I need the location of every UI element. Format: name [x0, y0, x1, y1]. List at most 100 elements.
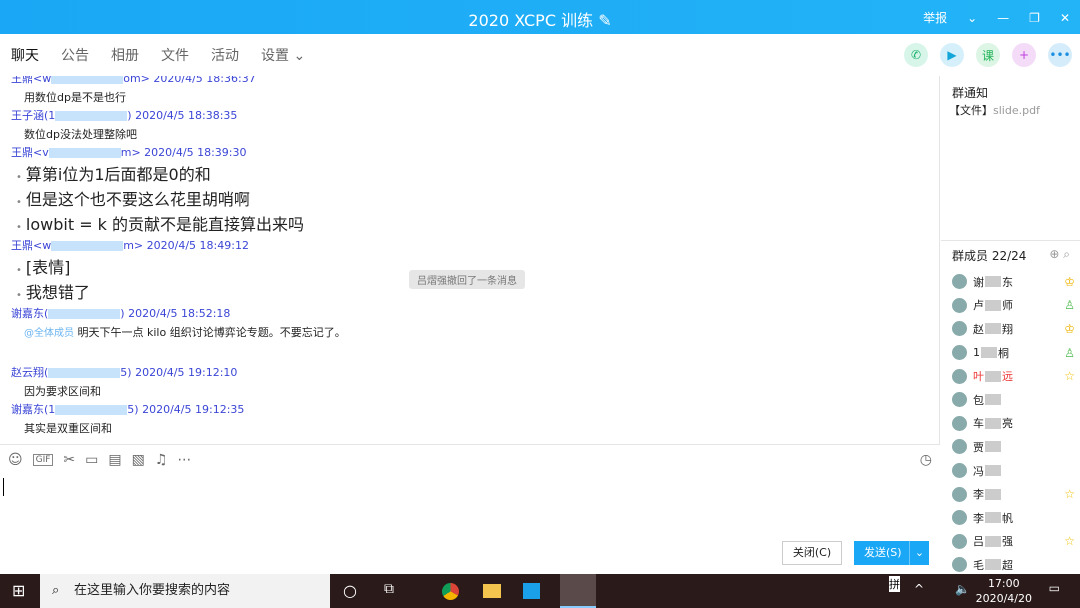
send-options-icon[interactable]: ⌄ [909, 541, 929, 565]
doc-icon[interactable]: ▤ [108, 452, 121, 468]
member-name-end: 亮 [1002, 417, 1013, 431]
sender-end: ) [120, 307, 125, 320]
sender[interactable]: 王子涵(1 [11, 109, 55, 122]
scissors-icon[interactable]: ✂ [63, 452, 75, 468]
member-list: 谢东 ♔ 卢师 ♙ 赵翔 ♔ 1 桐 ♙ 叶远 ☆ 包车亮贾冯李 ☆ 李帆吕强 ☆ 毛超 [952, 270, 1077, 577]
member-item[interactable]: 卢 师 ♙ [952, 294, 1077, 318]
redacted [985, 441, 1001, 453]
clock[interactable]: 17:00 2020/4/20 [976, 576, 1032, 606]
explorer-icon[interactable] [483, 584, 501, 598]
more-icon[interactable]: ⋯ [177, 452, 191, 468]
member-item[interactable]: 李 ☆ [952, 482, 1077, 506]
taskbar-search[interactable]: ⌕ 在这里输入你要搜索的内容 [40, 574, 330, 608]
folder-icon[interactable]: ▭ [85, 452, 98, 468]
restore-button[interactable]: ❐ [1029, 11, 1040, 25]
lesson-icon[interactable]: 课 [976, 43, 1000, 67]
message-header: 王鼎<w m> 2020/4/5 18:49:12 [0, 237, 939, 255]
more-icon[interactable]: ••• [1048, 43, 1072, 67]
group-notice-file[interactable]: 【文件】slide.pdf [949, 102, 1040, 118]
message-text: 因为要求区间和 [24, 385, 101, 398]
phone-icon[interactable]: ✆ [904, 43, 928, 67]
mention[interactable]: @全体成员 [24, 328, 74, 339]
send-button[interactable]: 发送(S) ⌄ [854, 541, 929, 565]
avatar [952, 510, 967, 526]
ime-indicator[interactable]: 拼 [889, 576, 900, 592]
member-name-start: 叶 [973, 370, 984, 384]
add-icon[interactable]: + [1012, 43, 1036, 67]
message-text: 我想错了 [25, 283, 90, 302]
report-button[interactable]: 举报 [923, 9, 947, 26]
member-name-start: 包 [973, 393, 984, 407]
tab-album[interactable]: 相册 [111, 45, 139, 65]
chrome-icon[interactable] [442, 583, 459, 600]
member-item[interactable]: 1 桐 ♙ [952, 341, 1077, 365]
qq-icon[interactable] [560, 574, 596, 608]
media-icon[interactable] [523, 583, 540, 599]
search-icon[interactable]: ⊕ ⌕ [1049, 247, 1070, 262]
bell-icon[interactable]: ♫ [155, 452, 168, 468]
tray-chevron-icon[interactable]: ^ [914, 582, 924, 596]
history-icon[interactable]: ◷ [920, 452, 932, 468]
emoji-icon[interactable]: ☺ [8, 452, 23, 468]
taskview-icon[interactable]: ⧉ [384, 581, 394, 597]
member-name-end: 桐 [998, 346, 1009, 360]
member-item[interactable]: 吕 强 ☆ [952, 530, 1077, 554]
image-icon[interactable]: ▧ [132, 452, 145, 468]
redacted [985, 394, 1001, 406]
member-name-end: 帆 [1002, 511, 1013, 525]
sender[interactable]: 王鼎<w [11, 76, 51, 85]
tab-activity[interactable]: 活动 [211, 45, 239, 65]
redacted [985, 323, 1001, 335]
message-line: • 但是这个也不要这么花里胡哨啊 [0, 187, 939, 212]
member-item[interactable]: 冯 [952, 459, 1077, 483]
sender[interactable]: 王鼎<v [11, 146, 49, 159]
member-item[interactable]: 李帆 [952, 506, 1077, 530]
member-item[interactable]: 叶 远 ☆ [952, 364, 1077, 388]
message-header: 王鼎<w om> 2020/4/5 18:36:37 [0, 76, 939, 88]
message-text: 其实是双重区间和 [24, 422, 112, 435]
video-icon[interactable]: ▶ [940, 43, 964, 67]
cortana-icon[interactable]: ○ [343, 581, 357, 600]
avatar [952, 557, 967, 573]
sender[interactable]: 王鼎<w [11, 239, 51, 252]
sender[interactable]: 赵云翔( [11, 366, 48, 379]
member-item[interactable]: 赵 翔 ♔ [952, 317, 1077, 341]
volume-icon[interactable]: 🔈 [955, 582, 970, 596]
notification-icon[interactable]: ▭ [1049, 581, 1060, 595]
redacted [55, 405, 128, 415]
message-line: • 算第i位为1后面都是0的和 [0, 162, 939, 187]
bullet: • [16, 222, 22, 233]
member-name-start: 冯 [973, 464, 984, 478]
timestamp: 2020/4/5 18:39:30 [144, 146, 247, 159]
redacted [985, 488, 1001, 500]
timestamp: 2020/4/5 18:49:12 [146, 239, 249, 252]
message-header: 王鼎<v m> 2020/4/5 18:39:30 [0, 144, 939, 162]
tab-chat[interactable]: 聊天 [11, 45, 39, 65]
start-button[interactable]: ⊞ [12, 581, 25, 600]
edit-icon[interactable]: ✎ [598, 11, 611, 30]
member-item[interactable]: 贾 [952, 435, 1077, 459]
avatar [952, 368, 967, 384]
owner-badge-icon: ♔ [1064, 321, 1075, 336]
sender[interactable]: 谢嘉东(1 [11, 403, 55, 416]
close-chat-button[interactable]: 关闭(C) [782, 541, 842, 565]
message-line: 用数位dp是不是也行 [0, 88, 939, 107]
chevron-down-icon[interactable]: ⌄ [967, 11, 977, 25]
avatar [952, 486, 967, 502]
message-text: 用数位dp是不是也行 [24, 91, 126, 104]
member-item[interactable]: 包 [952, 388, 1077, 412]
admin-badge-icon: ♙ [1064, 345, 1075, 360]
member-name-start: 毛 [973, 558, 984, 572]
member-name-end: 远 [1002, 370, 1013, 384]
gif-icon[interactable]: GIF [32, 453, 54, 466]
sender[interactable]: 谢嘉东( [11, 307, 48, 320]
tab-files[interactable]: 文件 [161, 45, 189, 65]
member-item[interactable]: 车亮 [952, 412, 1077, 436]
member-item[interactable]: 谢 东 ♔ [952, 270, 1077, 294]
avatar [952, 392, 967, 408]
tab-settings[interactable]: 设置 ⌄ [261, 45, 305, 65]
minimize-button[interactable]: — [997, 11, 1009, 25]
close-button[interactable]: ✕ [1060, 11, 1070, 25]
tab-announcement[interactable]: 公告 [61, 45, 89, 65]
